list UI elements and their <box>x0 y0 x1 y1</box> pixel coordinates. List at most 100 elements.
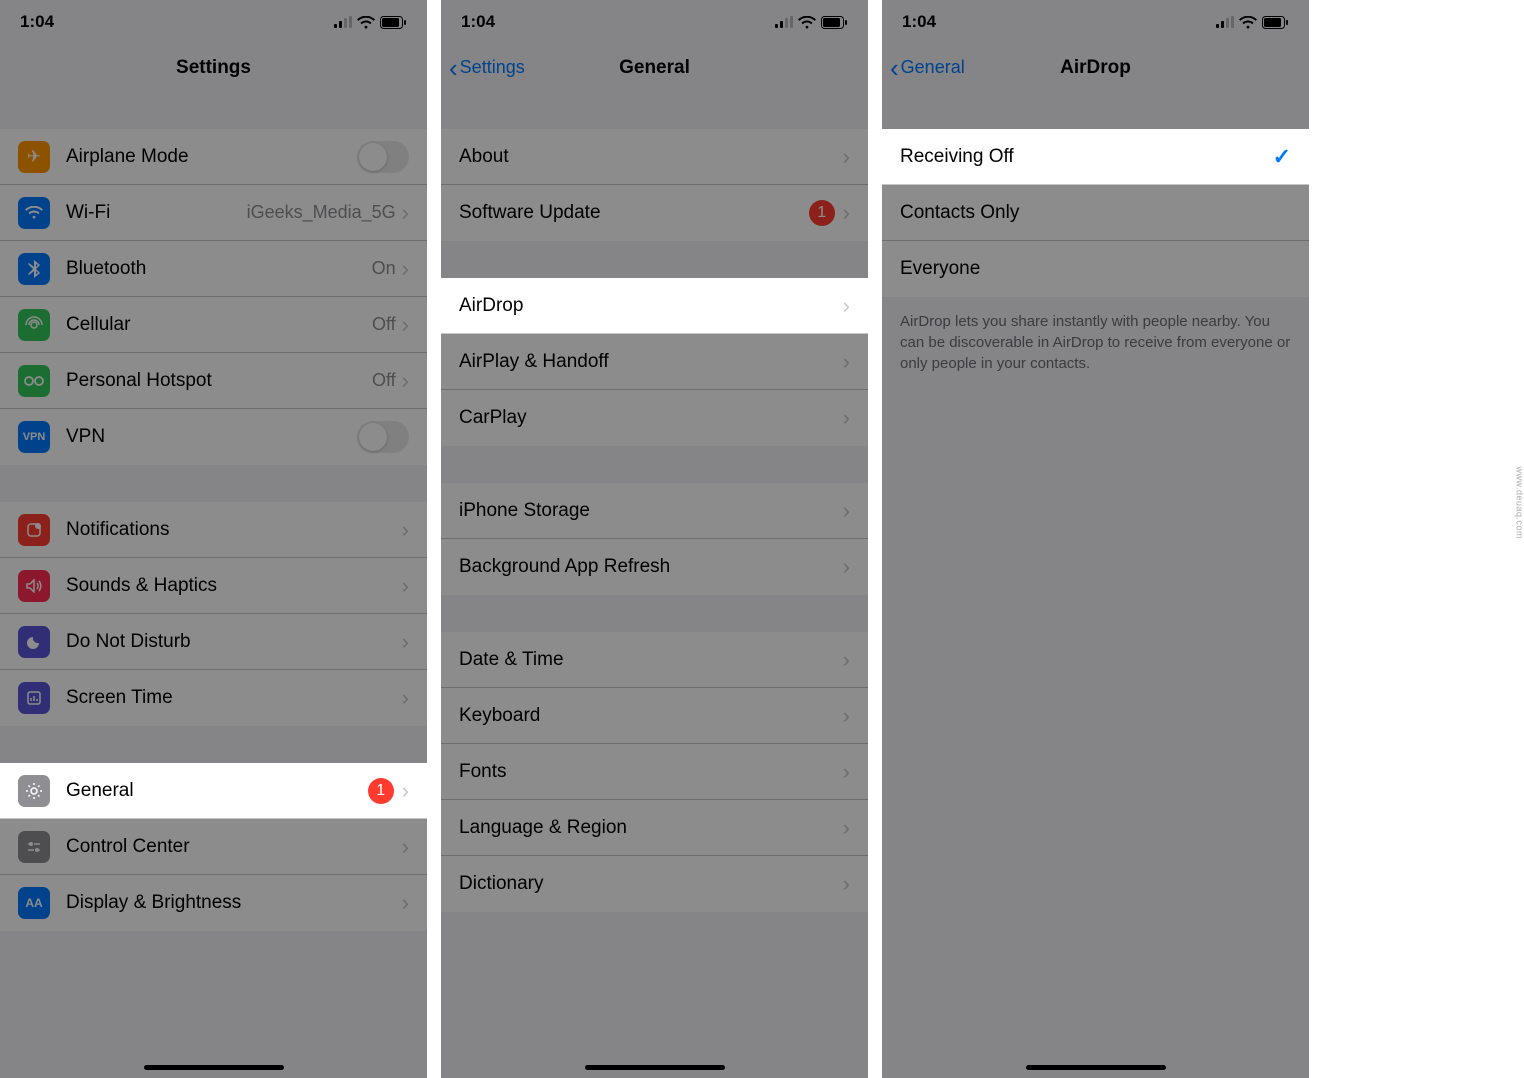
chevron-right-icon: › <box>843 293 850 319</box>
row-control-center[interactable]: Control Center › <box>0 819 427 875</box>
chevron-left-icon: ‹ <box>449 55 458 81</box>
row-label: General <box>66 780 368 802</box>
row-iphone-storage[interactable]: iPhone Storage › <box>441 483 868 539</box>
hotspot-icon <box>18 365 50 397</box>
chevron-right-icon: › <box>843 498 850 524</box>
nav-bar: ‹ Settings General <box>441 44 868 92</box>
notifications-icon <box>18 514 50 546</box>
row-background-refresh[interactable]: Background App Refresh › <box>441 539 868 595</box>
chevron-right-icon: › <box>843 871 850 897</box>
airdrop-footer-text: AirDrop lets you share instantly with pe… <box>882 297 1309 388</box>
battery-icon <box>380 16 407 29</box>
status-bar: 1:04 <box>441 0 868 44</box>
row-label: Language & Region <box>459 817 843 839</box>
watermark: www.deuaq.com <box>1515 466 1524 539</box>
row-label: Background App Refresh <box>459 556 843 578</box>
hotspot-value: Off <box>372 370 396 391</box>
row-wifi[interactable]: Wi-Fi iGeeks_Media_5G › <box>0 185 427 241</box>
vpn-icon: VPN <box>18 421 50 453</box>
chevron-right-icon: › <box>843 815 850 841</box>
row-airplay-handoff[interactable]: AirPlay & Handoff › <box>441 334 868 390</box>
airplane-icon: ✈ <box>18 141 50 173</box>
row-label: iPhone Storage <box>459 500 843 522</box>
general-badge: 1 <box>368 778 394 804</box>
back-button[interactable]: ‹ General <box>890 55 965 81</box>
option-everyone[interactable]: Everyone <box>882 241 1309 297</box>
chevron-right-icon: › <box>402 200 409 226</box>
option-contacts-only[interactable]: Contacts Only <box>882 185 1309 241</box>
row-label: Contacts Only <box>900 202 1291 224</box>
option-receiving-off[interactable]: Receiving Off ✓ <box>882 129 1309 185</box>
chevron-right-icon: › <box>843 200 850 226</box>
row-label: Control Center <box>66 836 402 858</box>
row-label: Screen Time <box>66 687 402 709</box>
row-label: Fonts <box>459 761 843 783</box>
settings-group-connectivity: ✈ Airplane Mode Wi-Fi iGeeks_Media_5G › … <box>0 129 427 465</box>
row-label: Sounds & Haptics <box>66 575 402 597</box>
chevron-right-icon: › <box>843 405 850 431</box>
wifi-icon <box>18 197 50 229</box>
row-notifications[interactable]: Notifications › <box>0 502 427 558</box>
chevron-right-icon: › <box>843 144 850 170</box>
row-software-update[interactable]: Software Update 1 › <box>441 185 868 241</box>
wifi-icon <box>798 16 816 29</box>
row-carplay[interactable]: CarPlay › <box>441 390 868 446</box>
screen-general: 1:04 ‹ Settings General About › Software… <box>441 0 868 1078</box>
row-sounds[interactable]: Sounds & Haptics › <box>0 558 427 614</box>
vpn-toggle[interactable] <box>357 421 409 453</box>
row-about[interactable]: About › <box>441 129 868 185</box>
row-airplane-mode[interactable]: ✈ Airplane Mode <box>0 129 427 185</box>
cellular-icon <box>18 309 50 341</box>
row-label: Software Update <box>459 202 809 224</box>
row-general[interactable]: General 1 › <box>0 763 427 819</box>
screen-airdrop: 1:04 ‹ General AirDrop Receiving Off ✓ C… <box>882 0 1309 1078</box>
row-dnd[interactable]: Do Not Disturb › <box>0 614 427 670</box>
row-bluetooth[interactable]: Bluetooth On › <box>0 241 427 297</box>
wifi-value: iGeeks_Media_5G <box>247 202 396 223</box>
screen-settings: 1:04 Settings ✈ Airplane Mode Wi-Fi iGee… <box>0 0 427 1078</box>
back-label: Settings <box>460 57 525 78</box>
chevron-right-icon: › <box>843 349 850 375</box>
row-label: Notifications <box>66 519 402 541</box>
back-button[interactable]: ‹ Settings <box>449 55 525 81</box>
row-screen-time[interactable]: Screen Time › <box>0 670 427 726</box>
chevron-right-icon: › <box>402 256 409 282</box>
row-hotspot[interactable]: Personal Hotspot Off › <box>0 353 427 409</box>
home-indicator[interactable] <box>144 1065 284 1070</box>
row-date-time[interactable]: Date & Time › <box>441 632 868 688</box>
general-group-airdrop: AirDrop › AirPlay & Handoff › CarPlay › <box>441 278 868 446</box>
settings-group-general: General 1 › Control Center › AA Display … <box>0 763 427 931</box>
airplane-toggle[interactable] <box>357 141 409 173</box>
row-cellular[interactable]: Cellular Off › <box>0 297 427 353</box>
row-label: Bluetooth <box>66 258 372 280</box>
settings-group-notifications: Notifications › Sounds & Haptics › Do No… <box>0 502 427 726</box>
row-keyboard[interactable]: Keyboard › <box>441 688 868 744</box>
row-fonts[interactable]: Fonts › <box>441 744 868 800</box>
row-language-region[interactable]: Language & Region › <box>441 800 868 856</box>
battery-icon <box>1262 16 1289 29</box>
home-indicator[interactable] <box>585 1065 725 1070</box>
control-center-icon <box>18 831 50 863</box>
signal-icon <box>334 16 352 28</box>
chevron-right-icon: › <box>402 778 409 804</box>
row-display-brightness[interactable]: AA Display & Brightness › <box>0 875 427 931</box>
status-bar: 1:04 <box>0 0 427 44</box>
row-vpn[interactable]: VPN VPN <box>0 409 427 465</box>
status-icons <box>1216 16 1289 29</box>
chevron-right-icon: › <box>402 629 409 655</box>
row-dictionary[interactable]: Dictionary › <box>441 856 868 912</box>
screentime-icon <box>18 682 50 714</box>
status-icons <box>334 16 407 29</box>
chevron-right-icon: › <box>402 685 409 711</box>
home-indicator[interactable] <box>1026 1065 1166 1070</box>
chevron-left-icon: ‹ <box>890 55 899 81</box>
wifi-icon <box>1239 16 1257 29</box>
row-label: Keyboard <box>459 705 843 727</box>
row-airdrop[interactable]: AirDrop › <box>441 278 868 334</box>
status-icons <box>775 16 848 29</box>
chevron-right-icon: › <box>843 759 850 785</box>
row-label: Personal Hotspot <box>66 370 372 392</box>
bluetooth-value: On <box>372 258 396 279</box>
software-badge: 1 <box>809 200 835 226</box>
chevron-right-icon: › <box>843 647 850 673</box>
